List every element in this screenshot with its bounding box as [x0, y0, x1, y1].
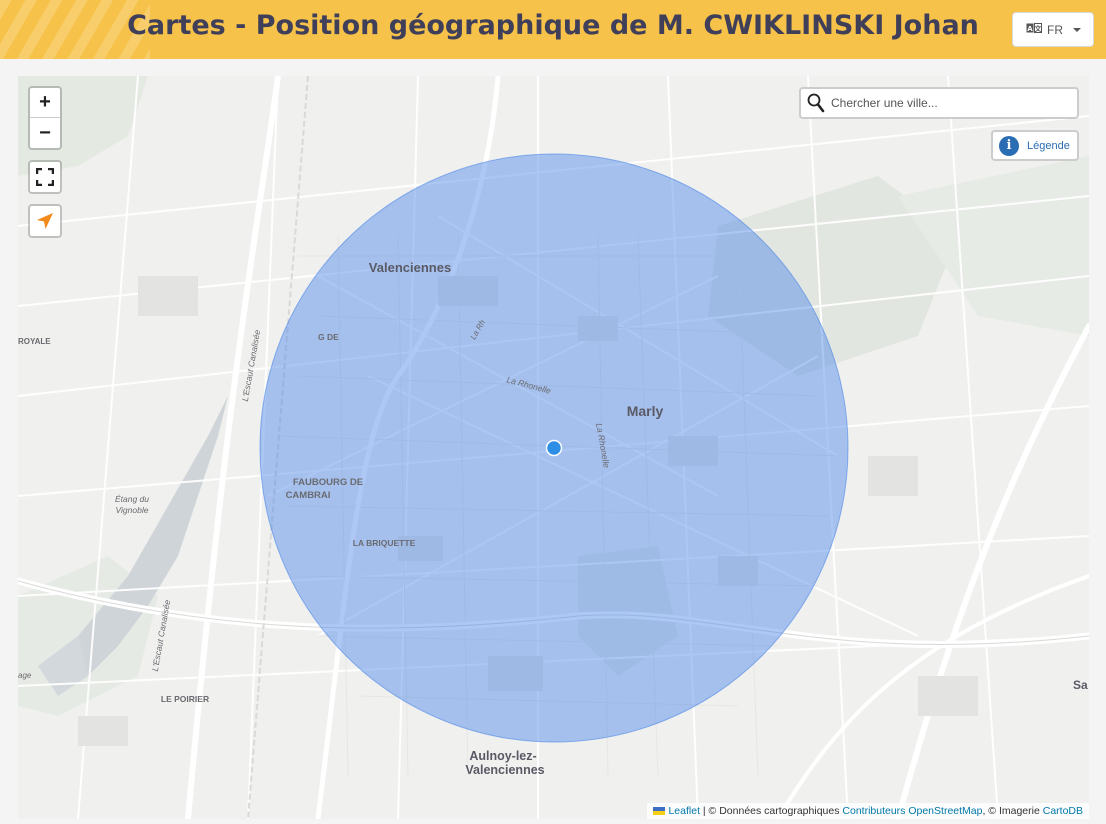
- attribution-text-1: | © Données cartographiques: [700, 805, 843, 817]
- language-select[interactable]: A文 FR: [1012, 12, 1094, 47]
- map-tiles: Valenciennes Marly FAUBOURG DE CAMBRAI L…: [18, 76, 1089, 819]
- language-label: FR: [1047, 22, 1063, 37]
- zoom-in-button[interactable]: +: [30, 88, 60, 118]
- search-input[interactable]: [831, 96, 1066, 110]
- leaflet-link[interactable]: Leaflet: [668, 805, 700, 817]
- legend-label: Légende: [1027, 139, 1070, 152]
- chevron-down-icon: [1073, 28, 1081, 32]
- zoom-out-button[interactable]: −: [30, 118, 60, 148]
- city-search: [799, 87, 1079, 119]
- page-header: Cartes - Position géographique de M. CWI…: [0, 0, 1106, 59]
- attribution-text-2: , © Imagerie: [982, 805, 1043, 817]
- label-aulnoy2: Valenciennes: [465, 763, 544, 777]
- legend-button[interactable]: i Légende: [991, 130, 1079, 161]
- cartodb-link[interactable]: CartoDB: [1043, 805, 1083, 817]
- label-valenciennes: Valenciennes: [369, 260, 451, 275]
- label-etang1: Étang du: [115, 494, 149, 504]
- page-title: Cartes - Position géographique de M. CWI…: [127, 10, 979, 41]
- ukraine-flag-icon: [653, 807, 666, 815]
- label-sa: Sa: [1073, 678, 1088, 692]
- label-faubourg: FAUBOURG DE: [293, 477, 363, 488]
- map-view[interactable]: Valenciennes Marly FAUBOURG DE CAMBRAI L…: [18, 76, 1089, 819]
- location-arrow-icon: [37, 213, 53, 229]
- label-aulnoy1: Aulnoy-lez-: [469, 749, 536, 763]
- label-royale: ROYALE: [18, 337, 51, 346]
- label-age: age: [18, 671, 32, 680]
- svg-text:文: 文: [1035, 24, 1043, 33]
- label-marly: Marly: [627, 403, 664, 419]
- label-briquette: LA BRIQUETTE: [353, 538, 416, 548]
- zoom-control: + −: [28, 86, 62, 150]
- label-gde: G DE: [318, 332, 339, 342]
- info-icon: i: [999, 135, 1019, 156]
- fullscreen-button[interactable]: [28, 160, 62, 194]
- map-attribution: Leaflet | © Données cartographiques Cont…: [647, 803, 1089, 819]
- label-cambrai: CAMBRAI: [286, 490, 331, 501]
- fullscreen-icon: [36, 168, 54, 186]
- svg-text:A: A: [1027, 25, 1033, 33]
- locate-button[interactable]: [28, 204, 62, 238]
- translate-icon: A文: [1026, 23, 1043, 36]
- position-marker: [545, 439, 563, 457]
- search-icon[interactable]: [801, 93, 831, 113]
- label-poirier: LE POIRIER: [161, 694, 209, 704]
- label-etang2: Vignoble: [116, 505, 149, 515]
- osm-link[interactable]: Contributeurs OpenStreetMap: [842, 805, 982, 817]
